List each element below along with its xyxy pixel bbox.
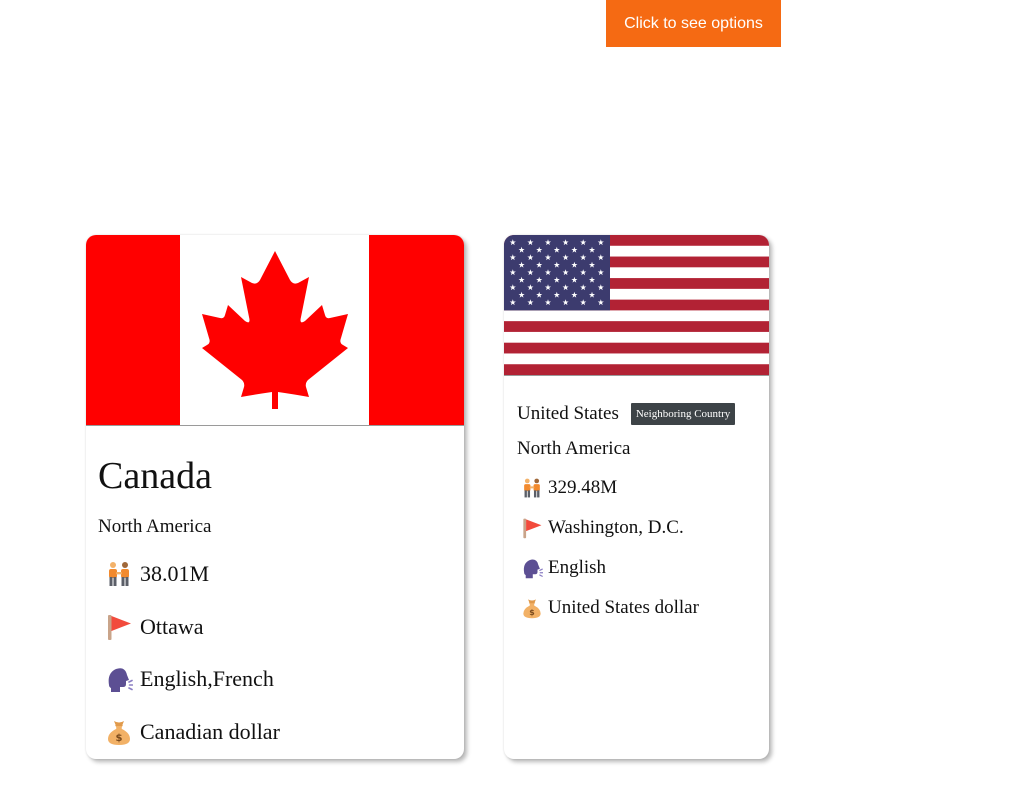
country-name: Canada: [98, 455, 212, 497]
money-bag-icon: $: [520, 596, 544, 620]
country-region: North America: [98, 516, 212, 537]
currency-value: United States dollar: [548, 597, 699, 618]
country-card-body: Canada North America 38.01M Ottawa Engli…: [86, 454, 464, 747]
country-card-usa[interactable]: United States Neighboring Country North …: [504, 235, 769, 759]
capital-row: Ottawa: [98, 612, 464, 642]
population-value: 329.48M: [548, 477, 618, 498]
country-region: North America: [517, 438, 631, 459]
speaking-head-icon: [104, 664, 134, 694]
usa-flag: [504, 235, 769, 375]
speaking-head-icon: [520, 556, 544, 580]
currency-row: $ Canadian dollar: [98, 717, 464, 747]
capital-value: Ottawa: [140, 614, 204, 639]
languages-value: English,French: [140, 666, 274, 691]
capital-row: Washington, D.C.: [517, 516, 769, 540]
population-row: 329.48M: [517, 476, 769, 500]
people-icon: [104, 559, 134, 589]
options-button[interactable]: Click to see options: [606, 0, 781, 47]
capital-value: Washington, D.C.: [548, 517, 684, 538]
money-bag-icon: $: [104, 717, 134, 747]
languages-row: English,French: [98, 664, 464, 694]
country-name: United States: [517, 403, 619, 424]
flag-icon: [520, 516, 544, 540]
country-title-row: United States Neighboring Country: [517, 402, 769, 426]
languages-value: English: [548, 557, 607, 578]
svg-text:$: $: [116, 733, 123, 744]
currency-value: Canadian dollar: [140, 719, 280, 744]
page: Click to see options Canada North Americ…: [0, 0, 1020, 787]
languages-row: English: [517, 556, 769, 580]
flag-icon: [104, 612, 134, 642]
currency-row: $ United States dollar: [517, 596, 769, 620]
flag-divider: [86, 425, 464, 426]
country-card-body: United States Neighboring Country North …: [504, 402, 769, 620]
country-card-canada[interactable]: Canada North America 38.01M Ottawa Engli…: [86, 235, 464, 759]
people-icon: [520, 476, 544, 500]
flag-divider: [504, 375, 769, 376]
population-row: 38.01M: [98, 559, 464, 589]
svg-text:$: $: [529, 608, 534, 617]
neighboring-country-badge: Neighboring Country: [630, 403, 736, 425]
canada-flag: [86, 235, 464, 425]
population-value: 38.01M: [140, 561, 210, 586]
